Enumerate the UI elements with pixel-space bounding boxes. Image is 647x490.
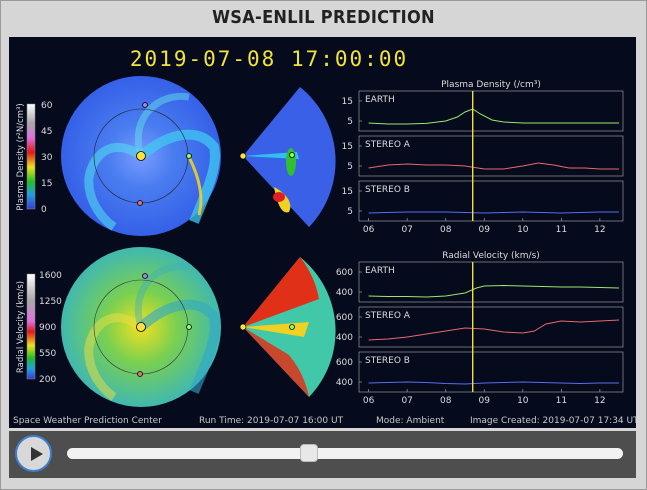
velocity-tick-0: 1600: [39, 271, 62, 281]
footer-image-created: Image Created: 2019-07-07 17:34 UT: [470, 416, 636, 426]
density-tick-1: 45: [41, 127, 52, 137]
density-colorbar: 60 45 30 15 0 Plasma Density (r²N/cm³): [16, 101, 53, 215]
density-tick-3: 15: [41, 179, 52, 189]
velocity-ecliptic-plot: [61, 247, 221, 407]
velocity-colorbar-scale: [26, 273, 36, 380]
y-tick-label: 5: [347, 162, 353, 172]
page-title: WSA-ENLIL PREDICTION: [212, 7, 435, 28]
velocity-tick-1: 1250: [39, 297, 62, 307]
x-tick-label: 06: [363, 396, 375, 406]
panel-label: STEREO A: [365, 311, 411, 321]
x-tick-label: 09: [479, 396, 491, 406]
y-tick-label: 400: [336, 333, 353, 343]
footer-mode: Mode: Ambient: [376, 416, 445, 426]
footer-center: Space Weather Prediction Center: [13, 416, 162, 426]
stereo-a-marker: [137, 200, 143, 206]
plasma-density-chart: Plasma Density (/cm³) EARTH 15 5 STEREO A 15 5…: [342, 80, 624, 235]
y-tick-label: 15: [342, 97, 353, 107]
y-tick-label: 600: [336, 358, 353, 368]
x-tick-label: 12: [594, 396, 605, 406]
velocity-colorbar-label: Radial Velocity (km/s): [16, 281, 26, 373]
density-tick-4: 0: [41, 205, 47, 215]
velocity-tick-2: 900: [39, 323, 56, 333]
velocity-colorbar: 1600 1250 900 550 200 Radial Velocity (k…: [16, 271, 62, 385]
radial-velocity-chart: Radial Velocity (km/s) EARTH 600 400 STEREO …: [336, 251, 624, 406]
y-tick-label: 600: [336, 313, 353, 323]
chart-panel-frame: [358, 90, 624, 132]
density-tick-0: 60: [41, 101, 53, 111]
y-tick-label: 400: [336, 288, 353, 298]
x-tick-label: 11: [556, 396, 567, 406]
x-tick-label: 07: [401, 396, 412, 406]
panel-label: EARTH: [365, 266, 395, 276]
earth-marker: [186, 153, 192, 159]
density-colorbar-scale: [26, 103, 36, 210]
y-tick-label: 5: [347, 117, 353, 127]
velocity-meridional-plot: [239, 257, 336, 397]
panel-label: STEREO A: [365, 140, 411, 150]
visualization-canvas: 60 45 30 15 0 Plasma Density (r²N/cm³) 1…: [16, 76, 624, 407]
panel-label: STEREO B: [365, 356, 410, 366]
y-tick-label: 15: [342, 142, 353, 152]
footer-run-time: Run Time: 2019-07-07 16:00 UT: [199, 416, 344, 426]
y-tick-label: 400: [336, 378, 353, 388]
density-ecliptic-plot: [61, 76, 221, 236]
y-tick-label: 15: [342, 187, 353, 197]
animation-viewer: 2019-07-08 17:00:00 60 45 30 15 0 Plasma…: [9, 37, 636, 428]
x-tick-label: 09: [479, 225, 491, 235]
velocity-tick-3: 550: [39, 349, 56, 359]
chart-title: Radial Velocity (km/s): [442, 251, 540, 261]
panel-label: STEREO B: [365, 185, 410, 195]
density-tick-2: 30: [41, 153, 53, 163]
x-tick-label: 12: [594, 225, 605, 235]
stereo-b-marker: [142, 102, 148, 108]
velocity-tick-4: 200: [39, 375, 56, 385]
play-button[interactable]: [15, 435, 52, 472]
x-tick-label: 10: [517, 396, 529, 406]
y-tick-label: 5: [347, 207, 353, 217]
x-tick-label: 08: [440, 225, 452, 235]
timeline-slider[interactable]: [67, 444, 623, 462]
density-meridional-plot: [239, 87, 336, 227]
sun-marker: [136, 151, 146, 161]
x-tick-label: 11: [556, 225, 567, 235]
x-tick-label: 07: [401, 225, 412, 235]
timeline-slider-thumb[interactable]: [299, 444, 318, 462]
x-tick-label: 10: [517, 225, 529, 235]
x-tick-label: 06: [363, 225, 375, 235]
x-tick-label: 08: [440, 396, 452, 406]
chart-title: Plasma Density (/cm³): [441, 80, 541, 90]
playback-controls: [9, 431, 636, 478]
density-colorbar-label: Plasma Density (r²N/cm³): [16, 103, 26, 210]
panel-label: EARTH: [365, 95, 395, 105]
y-tick-label: 600: [336, 268, 353, 278]
